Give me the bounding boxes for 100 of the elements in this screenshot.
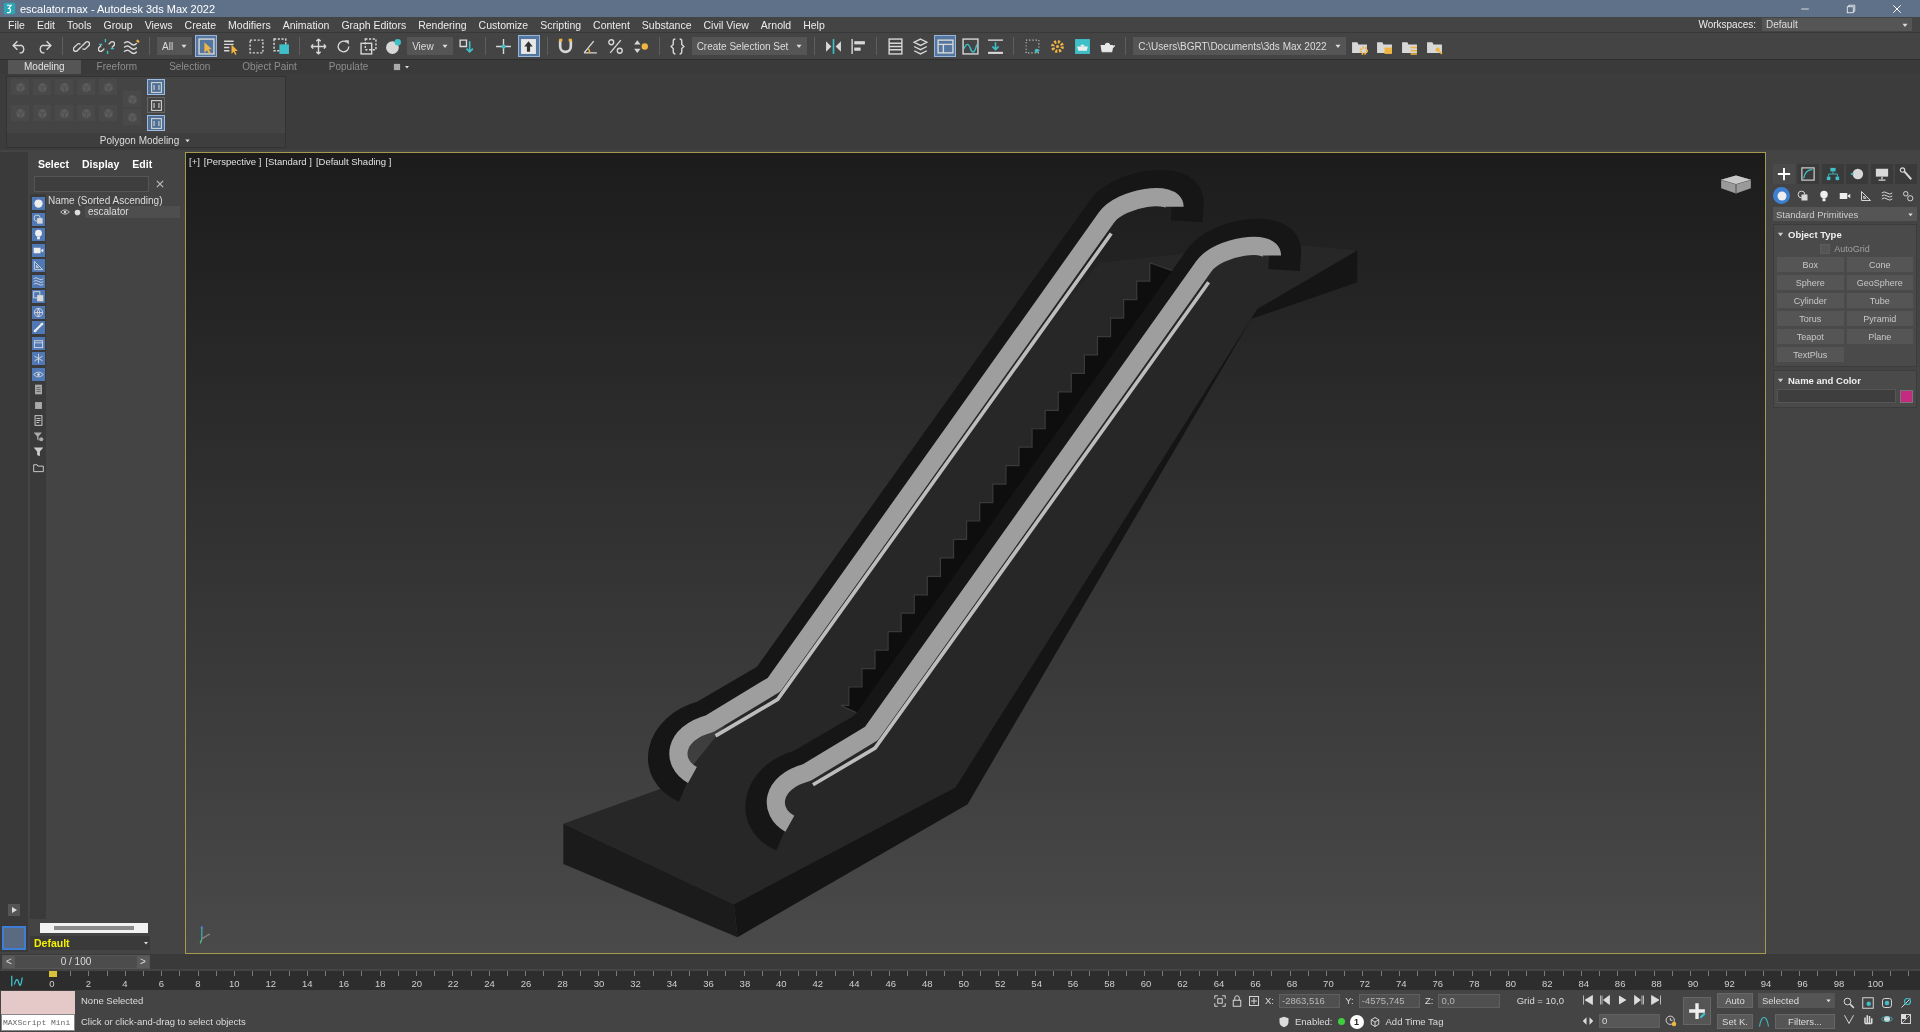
frame-number: 78 bbox=[1468, 978, 1481, 990]
primitive-button[interactable]: Torus bbox=[1777, 311, 1844, 326]
frame-number: 60 bbox=[1139, 978, 1153, 990]
menu-item[interactable]: Tools bbox=[61, 18, 98, 31]
ribbon-tab[interactable]: Populate bbox=[312, 60, 385, 74]
menu-item[interactable]: Create bbox=[178, 18, 223, 31]
frame-number: 52 bbox=[993, 978, 1007, 990]
frame-number: 6 bbox=[157, 978, 166, 990]
frame-number: 46 bbox=[884, 978, 898, 990]
time-slider-thumb[interactable]: < 0 / 100 > bbox=[2, 954, 150, 969]
grid-size-text: Grid = 10,0 bbox=[1516, 995, 1564, 1006]
primitive-button[interactable]: Cylinder bbox=[1777, 293, 1844, 308]
menu-item[interactable]: Views bbox=[138, 18, 179, 31]
ribbon-tab[interactable]: Freeform bbox=[80, 60, 154, 74]
panel-title-button[interactable]: Polygon Modeling bbox=[7, 133, 285, 147]
menu-item[interactable]: Animation bbox=[276, 18, 336, 31]
toolbar-dropdown[interactable]: All bbox=[157, 37, 193, 55]
frame-number: 18 bbox=[373, 978, 387, 990]
menu-item[interactable]: Modifiers bbox=[222, 18, 277, 31]
next-frame-button[interactable]: > bbox=[137, 955, 149, 968]
frame-number: 42 bbox=[811, 978, 825, 990]
frame-number: 38 bbox=[738, 978, 752, 990]
add-time-tag-link[interactable]: Add Time Tag bbox=[1385, 1016, 1444, 1027]
frame-number: 26 bbox=[519, 978, 533, 990]
explorer-menu-item[interactable]: Edit bbox=[132, 158, 153, 174]
frame-number: 66 bbox=[1249, 978, 1262, 990]
ribbon-tab[interactable]: Modeling bbox=[8, 60, 81, 74]
ribbon-tab[interactable]: Selection bbox=[153, 60, 227, 74]
key-filters-button[interactable]: Filters... bbox=[1775, 1014, 1835, 1029]
menu-item[interactable]: Rendering bbox=[412, 18, 473, 31]
toolbar-dropdown[interactable]: Create Selection Set bbox=[691, 37, 808, 55]
menu-item[interactable]: Help bbox=[797, 18, 831, 31]
viewport-menu-label[interactable]: [Perspective ] bbox=[203, 156, 262, 167]
scene-object-item[interactable]: escalator bbox=[85, 206, 180, 218]
primitive-button[interactable]: Teapot bbox=[1777, 329, 1844, 344]
auto-key-button[interactable]: Auto bbox=[1717, 993, 1753, 1008]
frame-number: 36 bbox=[702, 978, 715, 990]
time-tags-label: Enabled: bbox=[1295, 1016, 1333, 1027]
primitive-button[interactable]: Pyramid bbox=[1846, 311, 1913, 326]
previous-frame-button[interactable]: < bbox=[3, 955, 15, 968]
frame-number: 50 bbox=[957, 978, 970, 990]
current-frame-field[interactable]: 0 bbox=[1599, 1014, 1660, 1028]
primitive-button[interactable]: Tube bbox=[1846, 293, 1913, 308]
menu-item[interactable]: Substance bbox=[635, 18, 698, 31]
maxscript-input-field[interactable]: MAXScript Mini bbox=[1, 1014, 75, 1031]
frame-number: 84 bbox=[1577, 978, 1590, 990]
frame-number: 62 bbox=[1176, 978, 1189, 990]
layer-dropdown[interactable]: Default bbox=[30, 936, 150, 950]
viewport-menu-label[interactable]: [Standard ] bbox=[265, 156, 312, 167]
time-slider-track[interactable]: < 0 / 100 > bbox=[0, 954, 1920, 969]
frame-number: 64 bbox=[1212, 978, 1226, 990]
frame-number: 70 bbox=[1322, 978, 1335, 990]
explorer-menu-item[interactable]: Display bbox=[81, 158, 120, 174]
frame-number: 100 bbox=[1866, 978, 1885, 990]
menu-item[interactable]: Scripting bbox=[534, 18, 588, 31]
primitive-button[interactable]: GeoSphere bbox=[1846, 275, 1913, 290]
frame-number: 98 bbox=[1832, 978, 1846, 990]
frame-number: 40 bbox=[775, 978, 788, 990]
menu-item[interactable]: Civil View bbox=[697, 18, 755, 31]
workspace-dropdown[interactable]: Default bbox=[1762, 18, 1912, 31]
primitive-button[interactable]: Sphere bbox=[1777, 275, 1844, 290]
frame-number: 68 bbox=[1285, 978, 1299, 990]
frame-number: 0 bbox=[48, 978, 56, 990]
viewport-menu-label[interactable]: [Default Shading ] bbox=[315, 156, 392, 167]
primitive-type-dropdown[interactable]: Standard Primitives bbox=[1773, 207, 1917, 221]
coordinate-label: Y: bbox=[1345, 995, 1354, 1006]
menu-item[interactable]: Customize bbox=[472, 18, 535, 31]
menu-item[interactable]: Edit bbox=[30, 18, 61, 31]
primitive-button[interactable]: Plane bbox=[1846, 329, 1913, 344]
frame-number: 58 bbox=[1103, 978, 1116, 990]
toolbar-dropdown[interactable]: View bbox=[407, 37, 453, 55]
menu-item[interactable]: Arnold bbox=[754, 18, 798, 31]
count-badge: 1 bbox=[1349, 1014, 1364, 1029]
frame-number: 44 bbox=[848, 978, 861, 990]
frame-number: 4 bbox=[121, 978, 129, 990]
toolbar-dropdown[interactable]: C:\Users\BGRT\Documents\3ds Max 2022 bbox=[1133, 37, 1346, 55]
menu-item[interactable]: Graph Editors bbox=[335, 18, 413, 31]
frame-number: 54 bbox=[1030, 978, 1043, 990]
menu-item[interactable]: Content bbox=[587, 18, 636, 31]
menu-item[interactable]: Group bbox=[97, 18, 139, 31]
ribbon-tab[interactable]: Object Paint bbox=[226, 60, 313, 74]
frame-number: 20 bbox=[410, 978, 423, 990]
set-key-mode-button[interactable]: Set K. bbox=[1717, 1014, 1753, 1029]
primitive-button[interactable]: Cone bbox=[1846, 257, 1913, 272]
workspaces-label: Workspaces: bbox=[1698, 19, 1756, 30]
primitive-button[interactable]: Box bbox=[1777, 257, 1844, 272]
explorer-menu-item[interactable]: Select bbox=[38, 158, 69, 174]
frame-number: 88 bbox=[1650, 978, 1663, 990]
rollout-header[interactable]: Object Type bbox=[1777, 227, 1913, 241]
autogrid-label: AutoGrid bbox=[1834, 244, 1870, 254]
frame-number: 48 bbox=[920, 978, 934, 990]
primitive-button[interactable]: TextPlus bbox=[1777, 347, 1844, 362]
coordinate-label: Z: bbox=[1425, 995, 1434, 1006]
key-filter-dropdown[interactable]: Selected bbox=[1758, 993, 1835, 1008]
frame-number: 72 bbox=[1358, 978, 1372, 990]
frame-number: 2 bbox=[84, 978, 93, 990]
frame-number: 22 bbox=[446, 978, 460, 990]
menu-item[interactable]: File bbox=[2, 18, 31, 31]
viewport-menu-label[interactable]: [+] bbox=[189, 156, 200, 167]
column-header[interactable]: Name (Sorted Ascending) bbox=[48, 195, 180, 206]
